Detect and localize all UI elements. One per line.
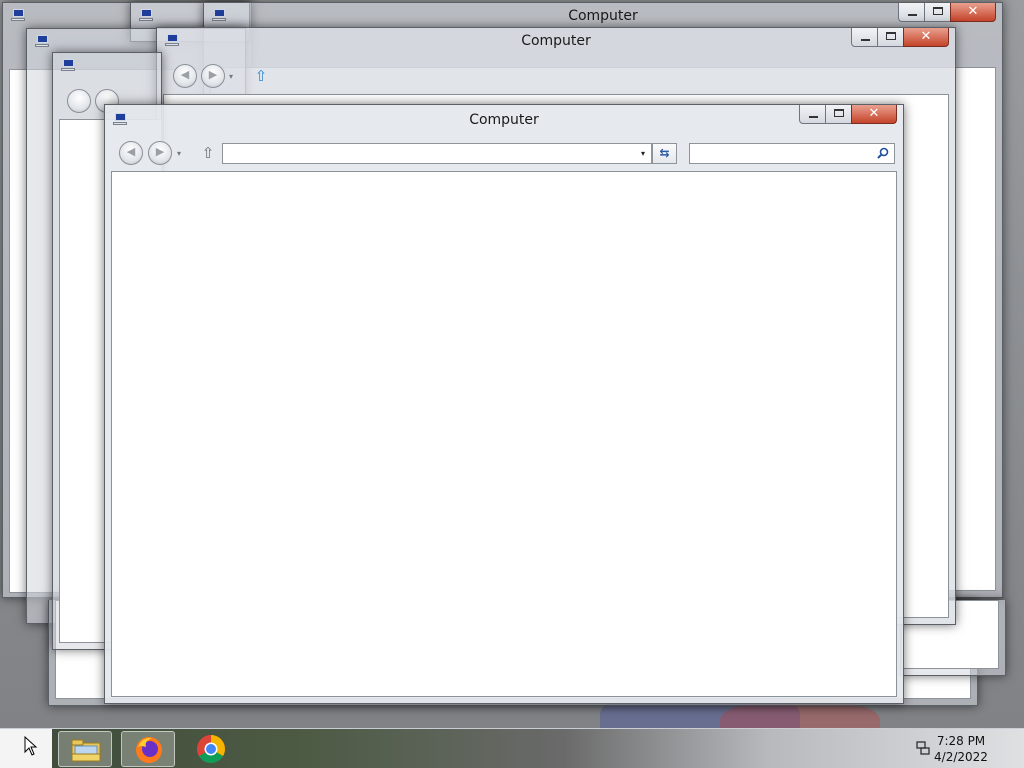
clock-time: 7:28 PM: [936, 734, 986, 748]
close-icon: ✕: [967, 4, 979, 19]
back-button[interactable]: ◀: [173, 64, 197, 88]
window-computer-front[interactable]: Computer ✕ ◀ ▶ ▾ ⇧ ▾ ⇆: [104, 104, 904, 704]
back-arrow-icon: ◀: [180, 68, 190, 81]
close-icon: ✕: [868, 106, 880, 121]
maximize-icon: [886, 32, 896, 40]
taskbar-chrome[interactable]: [184, 731, 238, 767]
forward-arrow-icon: ▶: [155, 145, 165, 158]
recent-pages-dropdown-icon[interactable]: ▾: [177, 149, 187, 159]
maximize-button[interactable]: [825, 105, 852, 124]
computer-icon: [61, 59, 75, 71]
address-dropdown-icon[interactable]: ▾: [635, 144, 651, 163]
minimize-button[interactable]: [851, 28, 878, 47]
computer-icon: [139, 9, 153, 21]
up-level-icon[interactable]: ⇧: [200, 145, 216, 161]
title-bar[interactable]: Computer: [204, 3, 1002, 29]
maximize-button[interactable]: [924, 3, 951, 22]
window-title: Computer: [521, 33, 591, 49]
mouse-cursor-icon: [24, 736, 38, 756]
taskbar: 7:28 PM 4/2/2022: [0, 728, 1024, 768]
firefox-icon: [136, 737, 162, 763]
refresh-button[interactable]: ⇆: [652, 143, 677, 164]
clock[interactable]: 7:28 PM 4/2/2022: [924, 733, 998, 765]
recent-pages-dropdown-icon[interactable]: ▾: [229, 72, 239, 82]
close-button[interactable]: ✕: [903, 28, 949, 47]
file-view-pane[interactable]: [111, 171, 897, 697]
minimize-icon: [908, 14, 917, 16]
title-bar[interactable]: Computer: [105, 105, 903, 131]
maximize-button[interactable]: [877, 28, 904, 47]
taskbar-firefox[interactable]: [121, 731, 175, 767]
forward-button[interactable]: ▶: [148, 141, 172, 165]
search-input[interactable]: [689, 143, 895, 164]
up-level-icon[interactable]: ⇧: [253, 68, 269, 84]
maximize-icon: [834, 109, 844, 117]
minimize-button[interactable]: [898, 3, 925, 22]
search-icon: [877, 147, 889, 159]
clock-date: 4/2/2022: [934, 750, 988, 764]
minimize-icon: [809, 116, 818, 118]
computer-icon: [35, 35, 49, 47]
refresh-icon: ⇆: [659, 146, 670, 160]
title-bar[interactable]: Computer: [157, 28, 955, 54]
back-arrow-icon: ◀: [126, 145, 136, 158]
minimize-button[interactable]: [799, 105, 826, 124]
back-button[interactable]: [67, 89, 91, 113]
back-button[interactable]: ◀: [119, 141, 143, 165]
close-button[interactable]: ✕: [950, 3, 996, 22]
chrome-icon: [197, 735, 225, 763]
address-bar[interactable]: ▾: [222, 143, 652, 164]
forward-button[interactable]: ▶: [201, 64, 225, 88]
folder-icon: [71, 739, 101, 762]
computer-icon: [11, 9, 25, 21]
minimize-icon: [861, 39, 870, 41]
taskbar-file-explorer[interactable]: [58, 731, 112, 767]
close-icon: ✕: [920, 29, 932, 44]
window-title: Computer: [568, 8, 638, 24]
maximize-icon: [933, 7, 943, 15]
close-button[interactable]: ✕: [851, 105, 897, 124]
forward-arrow-icon: ▶: [208, 68, 218, 81]
desktop: Computer ✕ Computer ✕ ◀ ▶ ▾ ⇧ Computer ✕…: [0, 0, 1024, 768]
window-title: Computer: [469, 112, 539, 128]
